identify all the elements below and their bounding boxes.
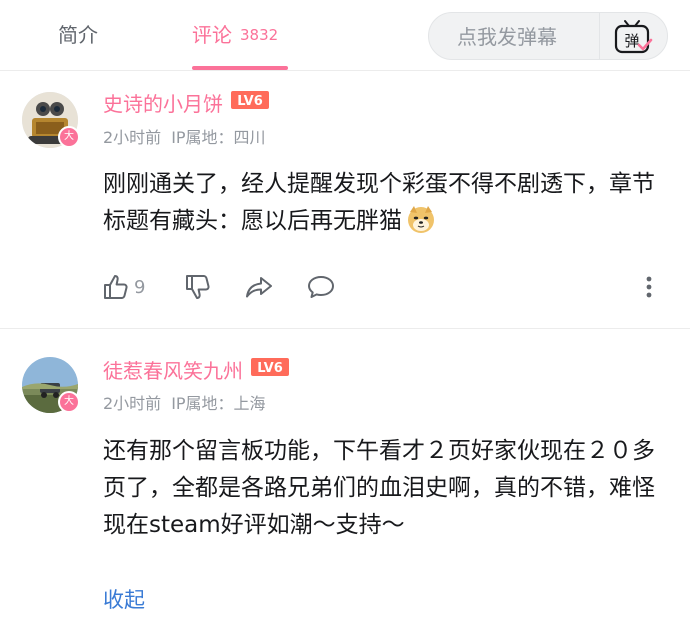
share-icon — [246, 277, 272, 298]
username-text: 史诗的小月饼 — [103, 92, 223, 116]
more-vertical-icon — [646, 276, 652, 298]
comment-meta: 2小时前 IP属地：四川 — [103, 127, 276, 149]
comment-meta: 2小时前 IP属地：上海 — [103, 393, 276, 415]
comment-item: 大 史诗的小月饼 LV6 2小时前 IP属地：四川 刚刚通关了，经人提醒发现个彩蛋不… — [0, 70, 690, 329]
level-badge-icon: LV6 — [251, 358, 289, 376]
doge-emoji-icon — [408, 206, 434, 233]
danmaku-input[interactable]: 点我发弹幕 — [457, 22, 557, 52]
comment-time: 2小时前 — [103, 394, 162, 413]
svg-text:LV6: LV6 — [237, 94, 263, 109]
svg-text:弹: 弹 — [624, 32, 639, 50]
danmaku-bar: 点我发弹幕 弹 — [428, 12, 668, 60]
share-button[interactable] — [244, 270, 274, 304]
collapse-link[interactable]: 收起 — [103, 585, 145, 615]
thumbs-up-icon — [104, 275, 128, 299]
username-text: 徒惹春风笑九州 — [103, 359, 243, 383]
dislike-button[interactable] — [184, 270, 212, 304]
ip-location: IP属地：上海 — [171, 394, 266, 413]
tab-intro[interactable]: 简介 — [58, 20, 98, 50]
ip-location: IP属地：四川 — [171, 128, 266, 147]
comment-time: 2小时前 — [103, 128, 162, 147]
username[interactable]: 徒惹春风笑九州 LV6 — [103, 357, 289, 385]
vip-badge: 大 — [58, 391, 80, 413]
comment-text: 刚刚通关了，经人提醒发现个彩蛋不得不剧透下，章节标题有藏头：愿以后再无胖猫 — [103, 166, 663, 240]
reply-button[interactable] — [306, 270, 336, 304]
username[interactable]: 史诗的小月饼 LV6 — [103, 90, 269, 118]
danmaku-divider — [599, 13, 600, 59]
thumbs-down-icon — [186, 275, 210, 299]
more-options-button[interactable] — [644, 270, 654, 304]
comment-body: 还有那个留言板功能，下午看才２页好家伙现在２０多页了，全都是各路兄弟们的血泪史啊… — [103, 438, 655, 538]
comment-bubble-icon — [308, 276, 334, 298]
comment-count: 3832 — [240, 26, 279, 44]
comment-item: 大 徒惹春风笑九州 LV6 2小时前 IP属地：上海 还有那个留言板功能，下午看才２… — [0, 329, 690, 620]
comment-actions: 9 — [100, 270, 670, 304]
level-badge-icon: LV6 — [231, 91, 269, 109]
tab-comments-label: 评论 — [192, 23, 232, 47]
danmaku-toggle-icon[interactable]: 弹 — [611, 17, 655, 57]
comment-body: 刚刚通关了，经人提醒发现个彩蛋不得不剧透下，章节标题有藏头：愿以后再无胖猫 — [103, 171, 655, 234]
tab-comments[interactable]: 评论 3832 — [192, 20, 278, 50]
tab-bar: 简介 评论 3832 点我发弹幕 弹 — [0, 0, 690, 71]
svg-text:LV6: LV6 — [257, 361, 283, 376]
comment-text: 还有那个留言板功能，下午看才２页好家伙现在２０多页了，全都是各路兄弟们的血泪史啊… — [103, 433, 663, 544]
vip-badge: 大 — [58, 126, 80, 148]
like-button[interactable]: 9 — [102, 270, 145, 304]
like-count: 9 — [134, 276, 146, 298]
